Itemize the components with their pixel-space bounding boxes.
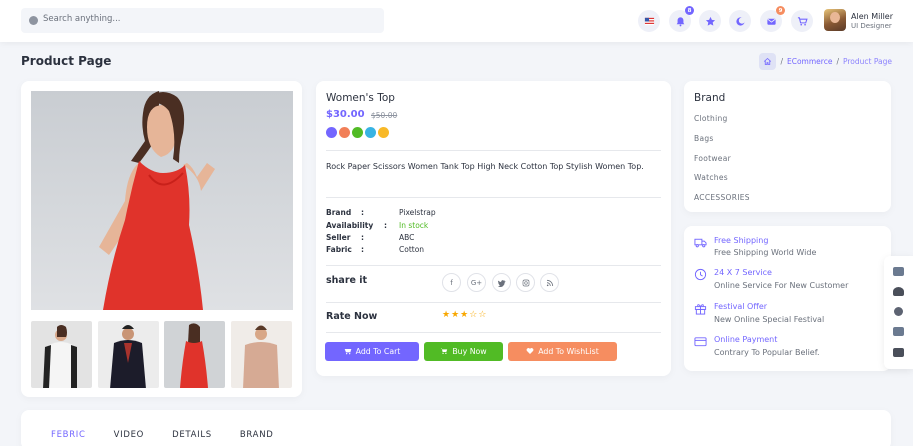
add-to-wishlist-label: Add To WishList xyxy=(538,347,599,356)
product-thumbnail-3[interactable] xyxy=(164,321,225,388)
brand-item-footwear[interactable]: Footwear xyxy=(694,154,731,163)
search-icon xyxy=(29,16,38,25)
shipping-title-3: Festival Offer xyxy=(714,302,768,311)
cart-icon xyxy=(440,347,448,357)
color-swatch-4[interactable] xyxy=(365,127,376,138)
divider xyxy=(326,302,661,303)
brand-item-clothing[interactable]: Clothing xyxy=(694,114,728,123)
divider xyxy=(326,150,661,151)
cart-icon[interactable] xyxy=(791,10,813,32)
divider xyxy=(326,197,661,198)
breadcrumb-ecommerce[interactable]: ECommerce xyxy=(787,57,832,66)
shipping-subtitle-3: New Online Special Festival xyxy=(714,315,825,324)
product-tabs-card xyxy=(21,410,891,446)
add-to-cart-label: Add To Cart xyxy=(355,347,401,356)
color-swatch-3[interactable] xyxy=(352,127,363,138)
color-swatch-5[interactable] xyxy=(378,127,389,138)
spec-label-brand: Brand xyxy=(326,208,352,217)
notification-badge: 8 xyxy=(685,6,694,15)
brand-item-bags[interactable]: Bags xyxy=(694,134,714,143)
spec-value-seller: ABC xyxy=(399,233,415,242)
message-badge: 9 xyxy=(776,6,785,15)
home-icon[interactable] xyxy=(759,53,777,70)
instagram-icon[interactable] xyxy=(516,273,535,292)
search-box[interactable]: Search anything... xyxy=(21,8,384,33)
customizer-rail xyxy=(884,256,913,369)
facebook-icon[interactable]: f xyxy=(442,273,461,292)
breadcrumb: / ECommerce / Product Page xyxy=(759,53,892,70)
rating-stars[interactable]: ★★★☆☆ xyxy=(442,310,487,320)
add-to-cart-button[interactable]: Add To Cart xyxy=(325,342,419,361)
shipping-subtitle-1: Free Shipping World Wide xyxy=(714,248,817,257)
product-old-price: $50.00 xyxy=(371,111,398,120)
product-tabs: FEBRIC VIDEO DETAILS BRAND xyxy=(51,430,274,440)
brand-title: Brand xyxy=(694,92,726,104)
moon-icon[interactable] xyxy=(729,10,751,32)
gift-icon xyxy=(694,304,707,315)
spec-value-fabric: Cotton xyxy=(399,245,425,254)
divider xyxy=(326,332,661,333)
tab-febric[interactable]: FEBRIC xyxy=(51,430,86,440)
product-name: Women's Top xyxy=(326,92,395,104)
buy-now-button[interactable]: Buy Now xyxy=(424,342,503,361)
rating-star-3[interactable]: ★ xyxy=(460,310,469,320)
grid-icon[interactable] xyxy=(893,327,904,336)
cart-icon xyxy=(344,347,352,357)
search-placeholder: Search anything... xyxy=(43,14,121,24)
rating-star-2[interactable]: ★ xyxy=(451,310,460,320)
star-icon[interactable] xyxy=(699,10,721,32)
color-swatch-2[interactable] xyxy=(339,127,350,138)
product-price: $30.00 xyxy=(326,109,365,120)
shipping-title-4: Online Payment xyxy=(714,335,778,344)
shop-icon[interactable] xyxy=(893,348,904,357)
bell-icon[interactable]: 8 xyxy=(669,6,694,32)
color-swatch-1[interactable] xyxy=(326,127,337,138)
spec-label-seller: Seller xyxy=(326,233,351,242)
product-thumbnail-4[interactable] xyxy=(231,321,292,388)
add-to-wishlist-button[interactable]: Add To WishList xyxy=(508,342,617,361)
breadcrumb-current: Product Page xyxy=(842,57,892,66)
product-thumbnail-1[interactable] xyxy=(31,321,92,388)
user-name: Alen Miller xyxy=(851,12,894,21)
rss-icon[interactable] xyxy=(540,273,559,292)
spec-value-availability: In stock xyxy=(399,221,429,230)
mail-icon[interactable]: 9 xyxy=(760,6,785,32)
heart-icon xyxy=(526,347,534,357)
truck-icon xyxy=(694,238,707,248)
shipping-title-1: Free Shipping xyxy=(714,236,769,245)
brand-item-watches[interactable]: Watches xyxy=(694,173,728,182)
rate-label: Rate Now xyxy=(326,311,378,322)
shipping-subtitle-2: Online Service For New Customer xyxy=(714,281,849,290)
tab-brand[interactable]: BRAND xyxy=(240,430,274,440)
product-description: Rock Paper Scissors Women Tank Top High … xyxy=(326,162,644,171)
brand-item-accessories[interactable]: ACCESSORIES xyxy=(694,193,750,202)
paint-icon[interactable] xyxy=(893,287,904,296)
rating-star-1[interactable]: ★ xyxy=(442,310,451,320)
tab-details[interactable]: DETAILS xyxy=(172,430,212,440)
tab-video[interactable]: VIDEO xyxy=(114,430,144,440)
page-title: Product Page xyxy=(21,54,112,68)
spec-value-brand: Pixelstrap xyxy=(399,208,436,217)
product-thumbnail-2[interactable] xyxy=(98,321,159,388)
top-bar: Search anything... 8 9 Alen Miller UI De… xyxy=(0,0,913,42)
buy-now-label: Buy Now xyxy=(452,347,487,356)
shipping-subtitle-4: Contrary To Popular Belief. xyxy=(714,348,820,357)
twitter-icon[interactable] xyxy=(492,273,511,292)
google-plus-icon[interactable]: G+ xyxy=(467,273,486,292)
share-label: share it xyxy=(326,275,368,286)
rating-star-4[interactable]: ☆ xyxy=(469,310,478,320)
user-role: UI Designer xyxy=(851,22,892,30)
product-main-image[interactable] xyxy=(31,91,293,310)
avatar[interactable] xyxy=(824,9,846,31)
shipping-title-2: 24 X 7 Service xyxy=(714,268,772,277)
spec-label-fabric: Fabric xyxy=(326,245,352,254)
clock-icon xyxy=(694,268,707,281)
settings-icon[interactable] xyxy=(894,307,903,316)
divider xyxy=(326,265,661,266)
layout-icon[interactable] xyxy=(893,267,904,276)
rating-star-5[interactable]: ☆ xyxy=(478,310,487,320)
spec-label-availability: Availability xyxy=(326,221,374,230)
credit-card-icon xyxy=(694,337,707,347)
flag-icon[interactable] xyxy=(638,10,660,32)
